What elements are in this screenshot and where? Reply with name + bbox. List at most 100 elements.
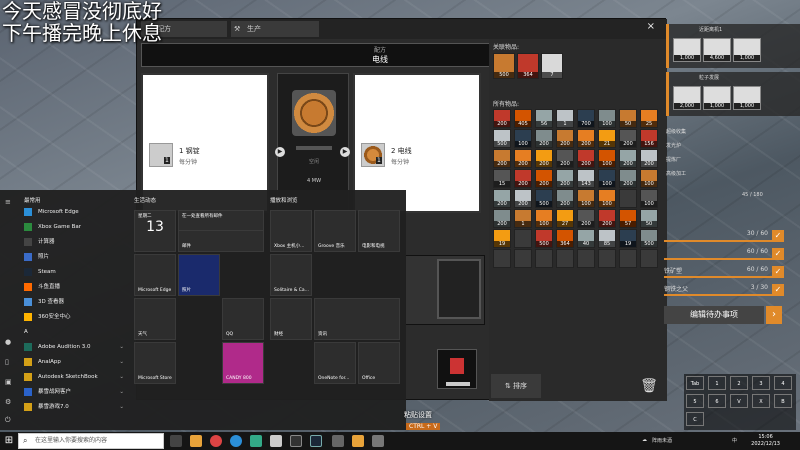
- start-tile[interactable]: Solitaire & Ca...: [270, 254, 312, 296]
- inventory-slot[interactable]: 1: [514, 209, 532, 228]
- app-icon[interactable]: [352, 435, 364, 447]
- start-tile[interactable]: OneNote for...: [314, 342, 356, 384]
- start-tile[interactable]: Groove 音乐: [314, 210, 356, 252]
- settings-icon[interactable]: ⚙: [5, 398, 13, 406]
- hotbar-key[interactable]: 2: [730, 376, 748, 390]
- power-icon[interactable]: ⏻: [5, 416, 13, 424]
- inventory-slot[interactable]: 200: [535, 129, 553, 148]
- inventory-slot[interactable]: 200: [556, 169, 574, 188]
- play-arrow-icon[interactable]: ▶: [275, 147, 285, 157]
- app-icon[interactable]: [332, 435, 344, 447]
- inventory-slot[interactable]: 100: [514, 129, 532, 148]
- inventory-slot[interactable]: 200: [598, 209, 616, 228]
- hud-tile[interactable]: 2,000: [673, 86, 701, 110]
- app-list-item[interactable]: 照片: [20, 251, 128, 263]
- inventory-slot[interactable]: 200: [514, 189, 532, 208]
- inventory-slot[interactable]: 19: [493, 229, 511, 248]
- start-tile[interactable]: Microsoft Edge: [134, 254, 176, 296]
- hotbar-key[interactable]: B: [774, 394, 792, 408]
- check-icon[interactable]: ✓: [772, 266, 784, 278]
- inventory-slot[interactable]: 100: [598, 189, 616, 208]
- document-icon[interactable]: ▯: [5, 358, 13, 366]
- check-icon[interactable]: ✓: [772, 248, 784, 260]
- start-tile[interactable]: QQ: [222, 298, 264, 340]
- inventory-slot[interactable]: 50: [619, 109, 637, 128]
- start-tile[interactable]: CANDY 800: [222, 342, 264, 384]
- chrome-icon[interactable]: [210, 435, 222, 447]
- windows-start-icon[interactable]: ⊞: [0, 432, 18, 450]
- inventory-slot[interactable]: [493, 249, 511, 268]
- inventory-slot[interactable]: [514, 249, 532, 268]
- start-tile[interactable]: Office: [358, 342, 400, 384]
- app-icon[interactable]: [250, 435, 262, 447]
- inventory-slot[interactable]: 200: [619, 169, 637, 188]
- inventory-slot[interactable]: 21: [598, 129, 616, 148]
- hud-tile[interactable]: 1,000: [703, 86, 731, 110]
- hotbar-key[interactable]: 3: [752, 376, 770, 390]
- hotbar-key[interactable]: 1: [708, 376, 726, 390]
- hud-tile[interactable]: 1,000: [733, 38, 761, 62]
- task-row[interactable]: 钢铁之父 3 / 30 ✓: [664, 284, 784, 296]
- inventory-slot[interactable]: 56: [535, 109, 553, 128]
- inventory-slot[interactable]: 100: [598, 109, 616, 128]
- start-tile[interactable]: 电影和电视: [358, 210, 400, 252]
- related-item-slot[interactable]: 7: [541, 53, 563, 79]
- inventory-slot[interactable]: 200: [577, 209, 595, 228]
- inventory-slot[interactable]: 200: [514, 149, 532, 168]
- inventory-slot[interactable]: 100: [640, 169, 658, 188]
- inventory-slot[interactable]: 1: [556, 109, 574, 128]
- task-row[interactable]: 铁矿塑 60 / 60 ✓: [664, 266, 784, 278]
- start-tile[interactable]: 财经: [270, 298, 312, 340]
- start-tile[interactable]: 照片: [178, 254, 220, 296]
- inventory-slot[interactable]: 200: [535, 149, 553, 168]
- inventory-slot[interactable]: 200: [556, 129, 574, 148]
- inventory-slot[interactable]: 200: [493, 209, 511, 228]
- output-item[interactable]: 1 2 电线 每分钟: [361, 143, 479, 171]
- app-list-item[interactable]: 斗鱼直播: [20, 281, 128, 293]
- inventory-slot[interactable]: 100: [598, 149, 616, 168]
- input-item[interactable]: 1 1 钢锭 每分钟: [149, 143, 267, 171]
- app-list-item[interactable]: 暴雪游戏7.0 ⌄: [20, 401, 128, 413]
- inventory-slot[interactable]: 156: [640, 129, 658, 148]
- hotbar-key[interactable]: Tab: [686, 376, 704, 390]
- start-tile[interactable]: 邮件: [178, 230, 264, 252]
- task-view-icon[interactable]: [170, 435, 182, 447]
- app-list-item[interactable]: 3D 查看器: [20, 296, 128, 308]
- inventory-slot[interactable]: 200: [493, 189, 511, 208]
- inventory-slot[interactable]: 200: [535, 169, 553, 188]
- start-tile[interactable]: Xbox 主机小...: [270, 210, 312, 252]
- game-icon[interactable]: [290, 435, 302, 447]
- inventory-slot[interactable]: 200: [640, 149, 658, 168]
- inventory-slot[interactable]: 500: [535, 189, 553, 208]
- inventory-slot[interactable]: 100: [640, 189, 658, 208]
- inventory-slot[interactable]: 100: [577, 189, 595, 208]
- user-icon[interactable]: ●: [5, 338, 13, 346]
- close-icon[interactable]: ×: [647, 21, 655, 32]
- hotbar-key[interactable]: 5: [686, 394, 704, 408]
- inventory-slot[interactable]: [640, 249, 658, 268]
- machine-slot[interactable]: [437, 259, 481, 319]
- inventory-slot[interactable]: 40: [577, 229, 595, 248]
- clock[interactable]: 15:06 2022/12/13: [751, 434, 780, 448]
- inventory-slot[interactable]: 200: [556, 149, 574, 168]
- inventory-slot[interactable]: [619, 249, 637, 268]
- inventory-slot[interactable]: [514, 229, 532, 248]
- start-tile[interactable]: 13 星期二: [134, 210, 176, 252]
- check-icon[interactable]: ✓: [772, 284, 784, 296]
- pictures-icon[interactable]: ▣: [5, 378, 13, 386]
- inventory-slot[interactable]: 100: [535, 209, 553, 228]
- inventory-slot[interactable]: [535, 249, 553, 268]
- check-icon[interactable]: ✓: [772, 230, 784, 242]
- start-tile[interactable]: 资讯: [314, 298, 400, 340]
- app-list-item[interactable]: Autodesk SketchBook ⌄: [20, 371, 128, 383]
- app-list-item[interactable]: 360安全中心: [20, 311, 128, 323]
- task-row[interactable]: 60 / 60 ✓: [664, 248, 784, 260]
- inventory-slot[interactable]: 500: [535, 229, 553, 248]
- inventory-slot[interactable]: [577, 249, 595, 268]
- inventory-slot[interactable]: 200: [556, 189, 574, 208]
- inventory-slot[interactable]: 700: [577, 109, 595, 128]
- inventory-slot[interactable]: 143: [577, 169, 595, 188]
- hotbar-key[interactable]: C: [686, 412, 704, 426]
- inventory-slot[interactable]: 405: [514, 109, 532, 128]
- file-explorer-icon[interactable]: [190, 435, 202, 447]
